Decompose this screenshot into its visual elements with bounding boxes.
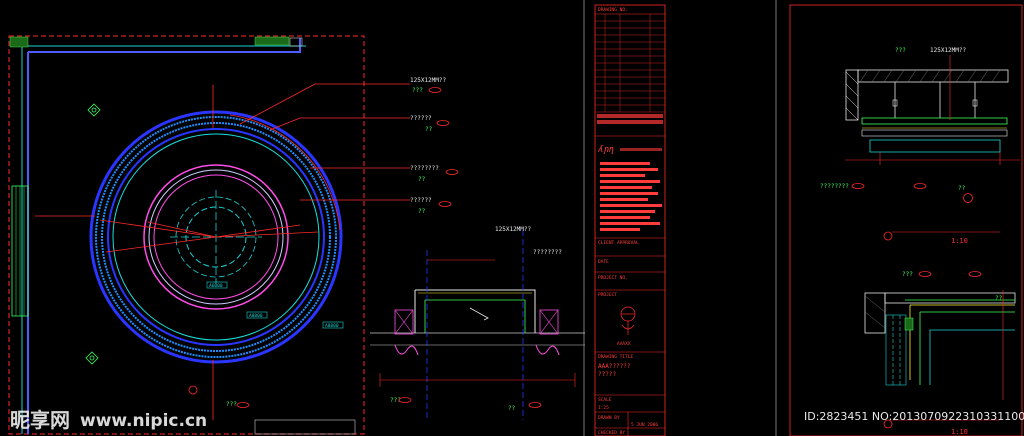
tb-date-label: DATE [598,259,609,265]
ceiling-plan: A6000 A8800 A8800 125X12MM?? ??? ?????? … [8,35,459,435]
plan-callout-3b: ?? [418,176,426,183]
tb-drawing-no: DRAWING NO. [598,7,628,13]
watermark-site-cn: 昵享网 [10,408,70,432]
detail1-scale: 1:10 [951,237,968,245]
tb-stamp: AAAXX [617,341,631,347]
detail1-callout-ques: ??? [895,47,906,54]
plan-tag-c: A8800 [325,323,339,329]
tb-signature: ʎɲɳ [597,145,614,155]
detail-1: 125X12MM?? ??? ???????? ?? 1:10 [820,47,1020,245]
right-sheet: 125X12MM?? ??? ???????? ?? 1:10 ??? ?? 1… [775,0,1023,436]
plan-callout-ques: ??? [412,87,423,94]
section-callout-long: ???????? [533,249,562,256]
plan-callout-2b: ?? [425,126,433,133]
tb-scale-value: 1:25 [598,405,609,411]
plan-callout-4b: ?? [418,208,426,215]
cad-drawing-canvas: A6000 A8800 A8800 125X12MM?? ??? ?????? … [8,0,1024,436]
tb-drawing-title: DRAWING TITLE [598,354,634,360]
tb-client: CLIENT APPROVAL [598,240,639,246]
plan-callout-3: ???????? [410,165,439,172]
detail2-callout-ques: ??? [902,271,913,278]
title-block: DRAWING NO. ʎɲɳ CLIENT APPROVAL DATE PRO… [583,0,666,436]
plan-tag-a: A6000 [209,283,223,289]
plan-callout-2: ?????? [410,115,432,122]
tb-title-sub: ????? [598,371,616,378]
section-callout-dim: 125X12MM?? [495,226,532,233]
notes-block [600,162,662,231]
tb-title-value: AAA?????? [598,363,631,370]
section-callout-ques: ??? [390,397,401,404]
watermark: 昵享网 www.nipic.cn ID:2823451 NO:201307092… [10,408,1024,432]
tb-project-no: PROJECT NO. [598,275,628,281]
watermark-site-url: www.nipic.cn [80,411,207,431]
plan-callout-bottom: ??? [226,401,237,408]
light-fixture-icon [85,351,99,365]
plan-tag-b: A8800 [249,313,263,319]
detail1-callout-long: ???????? [820,183,849,190]
plan-callout-dim: 125X12MM?? [410,77,447,84]
tb-drawn-label: DRAWN BY [598,415,620,421]
detail2-callout-ques2: ?? [995,295,1003,302]
detail2-scale: 1:10 [951,428,968,436]
section-drawing: 125X12MM?? ???????? ??? ?? [370,226,585,420]
section-callout-ques2: ?? [508,405,516,412]
tb-project: PROJECT [598,292,617,298]
detail1-callout-dim: 125X12MM?? [930,47,967,54]
light-fixture-icon [87,103,101,117]
detail1-callout-ques2: ?? [958,185,966,192]
tb-checked-label: CHECKED BY [598,430,625,436]
watermark-id: ID:2823451 NO:20130709223103311000 [804,410,1024,423]
tb-date-value: 5 JUN 2006 [631,422,658,428]
revision-table [595,14,665,113]
tb-scale-label: SCALE [598,397,612,403]
company-stamp-icon [620,306,636,335]
plan-callout-4: ?????? [410,197,432,204]
